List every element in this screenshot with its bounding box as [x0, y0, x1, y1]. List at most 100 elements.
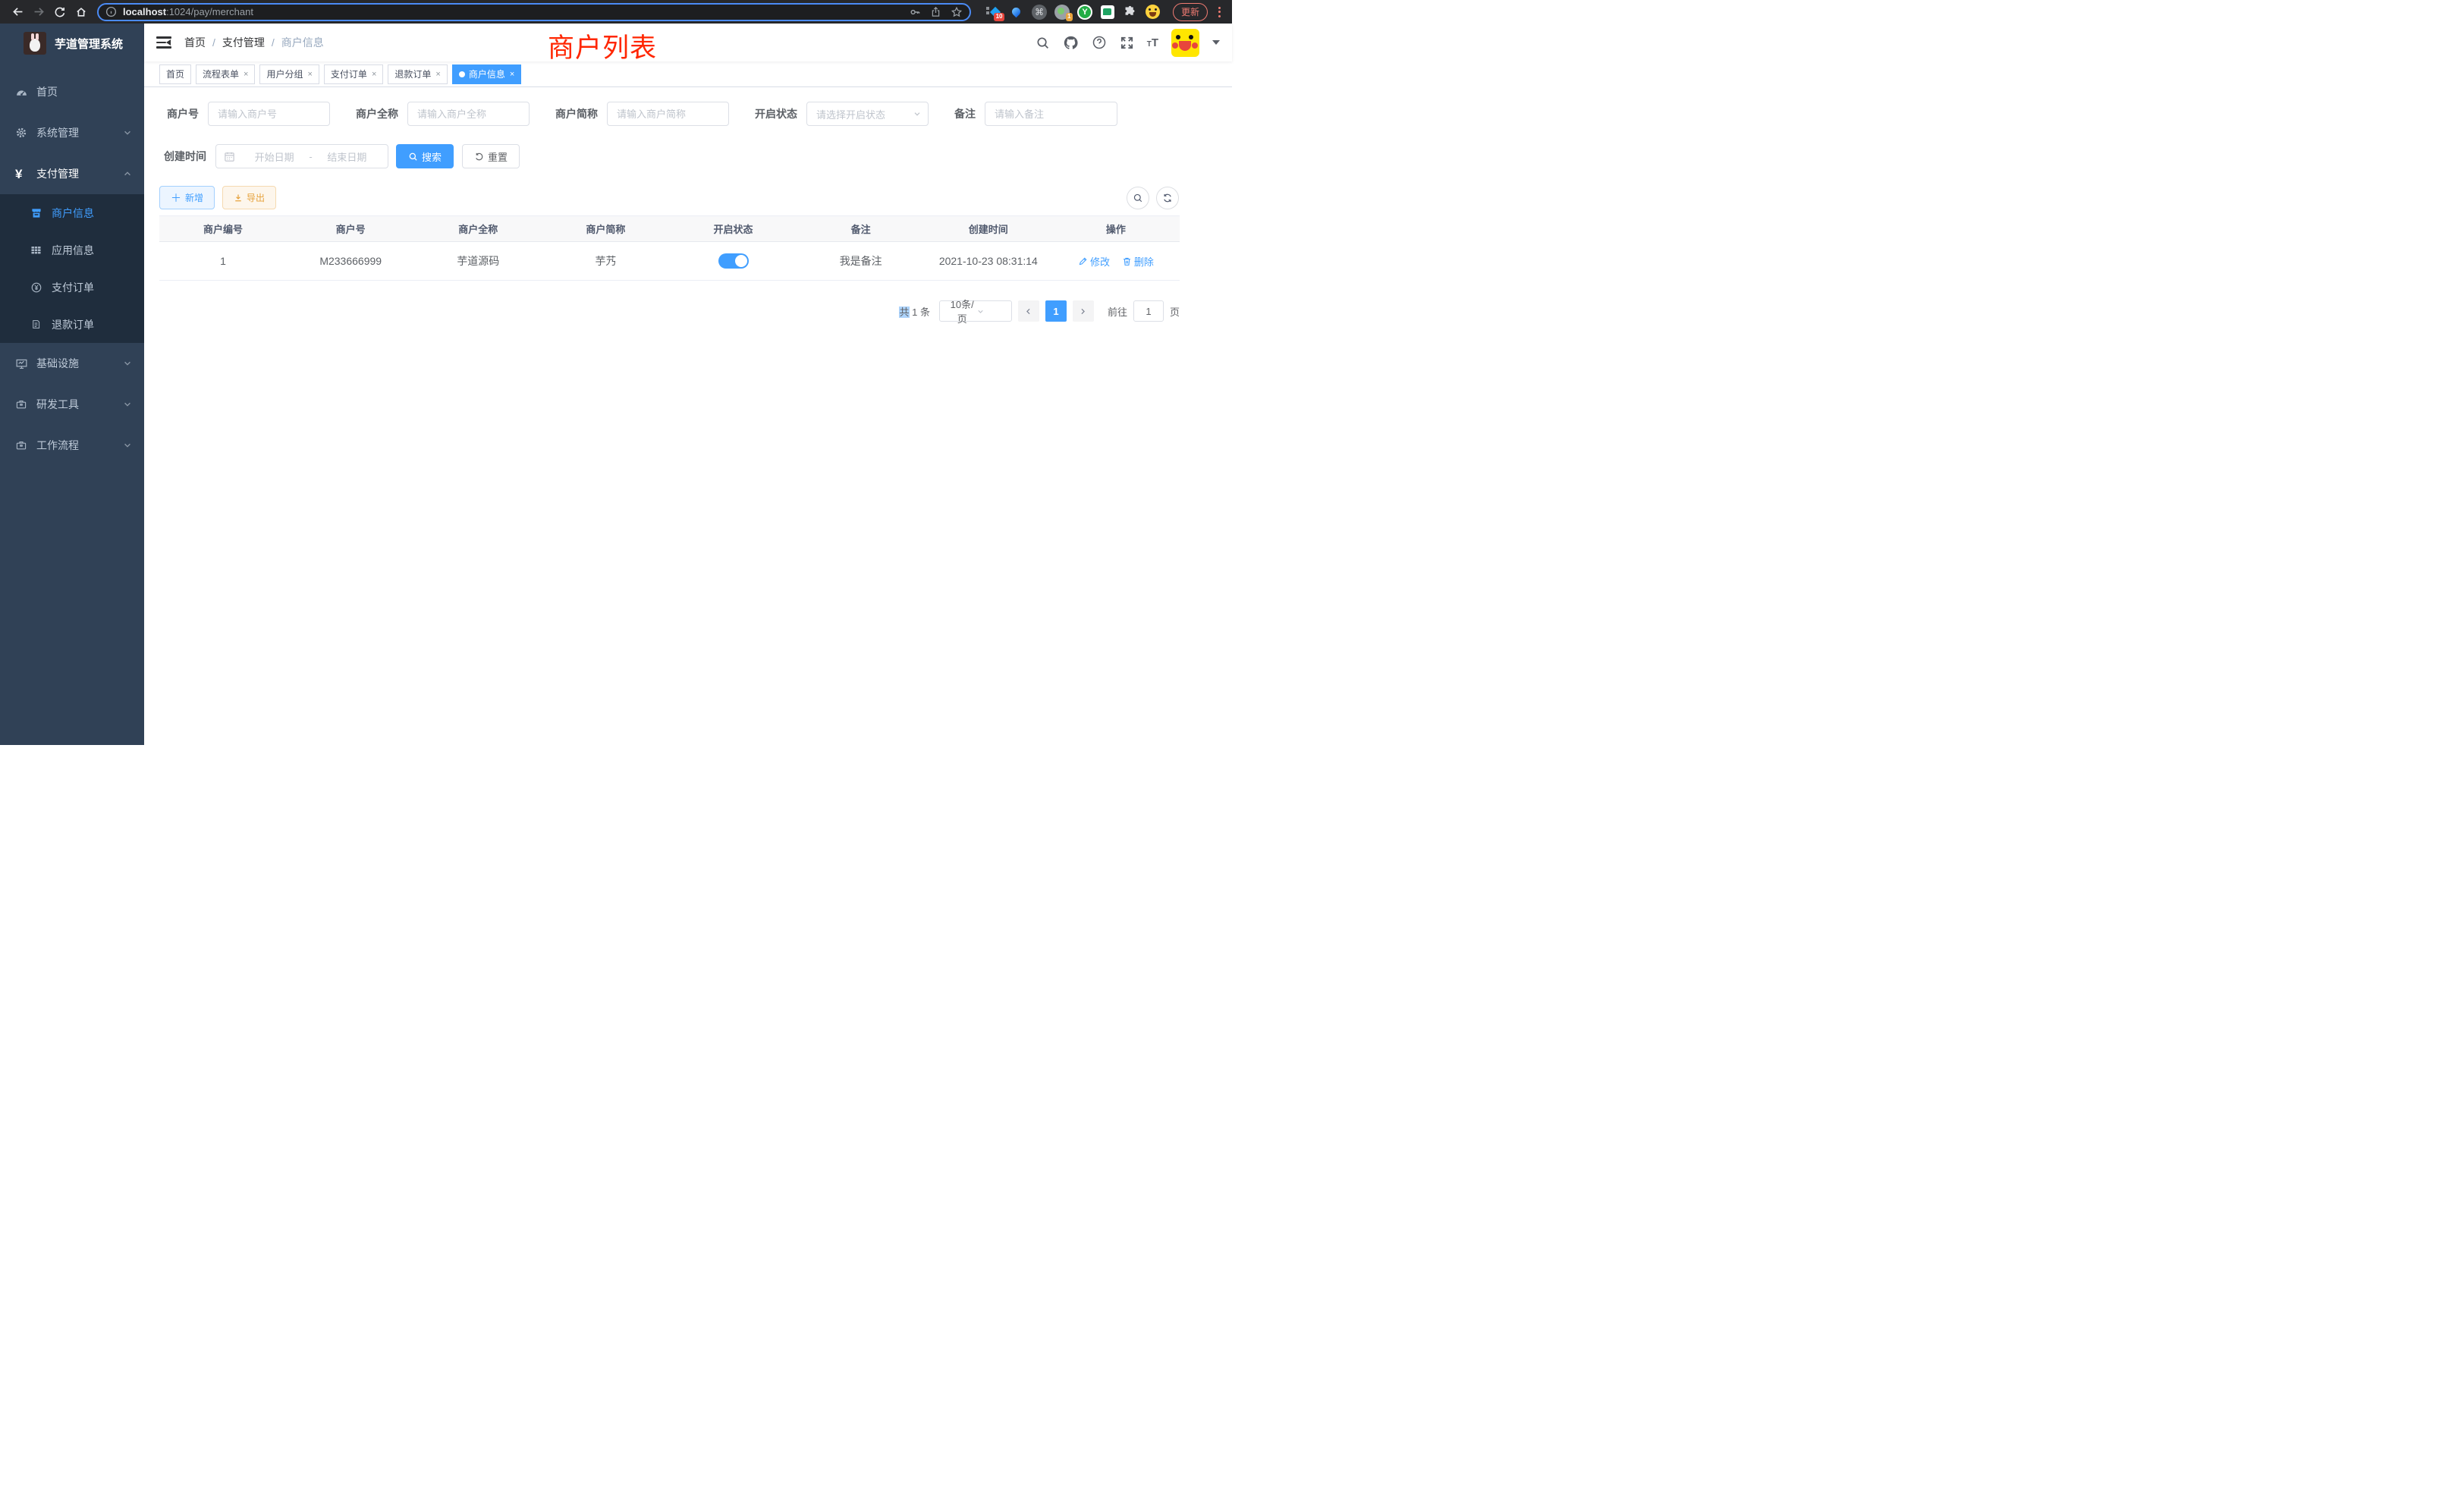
sidebar-item-label: 商户信息: [52, 206, 94, 221]
full-name-input[interactable]: [407, 102, 530, 126]
sidebar-item-payment[interactable]: ¥ 支付管理: [0, 153, 144, 194]
search-icon: [408, 152, 418, 162]
calendar-icon: [224, 151, 235, 162]
avatar-caret-icon[interactable]: [1212, 40, 1220, 49]
sidebar-item-label: 研发工具: [36, 397, 79, 412]
close-icon[interactable]: ×: [244, 70, 248, 79]
sidebar-item-workflow[interactable]: 工作流程: [0, 425, 144, 466]
close-icon[interactable]: ×: [372, 70, 376, 79]
share-icon[interactable]: [930, 6, 941, 17]
page-unit-label: 页: [1170, 304, 1180, 319]
cell-id: 1: [159, 242, 287, 281]
reset-button[interactable]: 重置: [462, 144, 520, 168]
logo-image: [24, 32, 46, 55]
refresh-icon: [474, 152, 484, 162]
sidebar-item-home[interactable]: 首页: [0, 71, 144, 112]
prev-page-button[interactable]: [1018, 300, 1039, 322]
add-button[interactable]: ＋ 新增: [159, 186, 215, 209]
status-toggle[interactable]: [718, 253, 749, 269]
status-select[interactable]: 请选择开启状态: [806, 102, 929, 126]
edit-link[interactable]: 修改: [1078, 254, 1110, 269]
col-header-actions: 操作: [1052, 216, 1180, 242]
goto-page-input[interactable]: [1133, 300, 1164, 322]
browser-reload-button[interactable]: [50, 2, 70, 22]
close-icon[interactable]: ×: [510, 70, 514, 79]
document-icon: [30, 319, 42, 330]
sidebar-item-label: 系统管理: [36, 125, 79, 140]
chevron-down-icon: [123, 441, 132, 450]
sidebar-collapse-icon[interactable]: [156, 36, 171, 49]
sidebar-item-app-info[interactable]: 应用信息: [0, 231, 144, 269]
breadcrumb-home[interactable]: 首页: [184, 35, 206, 50]
browser-home-button[interactable]: [71, 2, 91, 22]
browser-forward-button[interactable]: [29, 2, 49, 22]
extension-notes-icon[interactable]: [1098, 2, 1117, 22]
date-range-picker[interactable]: 开始日期 - 结束日期: [215, 144, 388, 168]
chevron-left-icon: [1024, 307, 1032, 316]
search-icon[interactable]: [1036, 36, 1050, 50]
close-icon[interactable]: ×: [307, 70, 312, 79]
refresh-icon: [1162, 193, 1173, 203]
font-size-icon[interactable]: TT: [1147, 36, 1158, 49]
sidebar-item-merchant-info[interactable]: 商户信息: [0, 194, 144, 231]
tag-process-form[interactable]: 流程表单×: [196, 64, 255, 84]
extension-session-icon[interactable]: 1: [1053, 2, 1071, 22]
browser-update-button[interactable]: 更新: [1173, 3, 1208, 21]
total-count: 共 1 条: [899, 304, 929, 319]
user-avatar[interactable]: [1171, 29, 1199, 57]
browser-back-button[interactable]: [8, 2, 27, 22]
page-1-button[interactable]: 1: [1045, 300, 1067, 322]
short-name-input[interactable]: [607, 102, 729, 126]
pencil-icon: [1078, 256, 1088, 266]
sidebar: 芋道管理系统 首页 系统管理 ¥ 支付管理: [0, 24, 144, 745]
delete-link[interactable]: 删除: [1122, 254, 1154, 269]
address-bar[interactable]: localhost:1024/pay/merchant: [97, 3, 971, 21]
search-button[interactable]: 搜索: [396, 144, 454, 168]
remark-input[interactable]: [985, 102, 1117, 126]
sidebar-item-dev-tools[interactable]: 研发工具: [0, 384, 144, 425]
refresh-table-button[interactable]: [1156, 187, 1179, 209]
search-icon: [1133, 193, 1143, 203]
site-info-icon[interactable]: [105, 6, 117, 17]
page-size-select[interactable]: 10条/页: [939, 300, 1012, 322]
tag-merchant-info[interactable]: 商户信息×: [452, 64, 521, 84]
yen-circle-icon: [30, 281, 42, 294]
bookmark-star-icon[interactable]: [951, 6, 963, 18]
help-icon[interactable]: [1092, 35, 1107, 50]
show-search-toggle-button[interactable]: [1127, 187, 1149, 209]
extension-pin-icon[interactable]: [1007, 2, 1026, 22]
breadcrumb-section[interactable]: 支付管理: [222, 35, 265, 50]
tag-pay-order[interactable]: 支付订单×: [324, 64, 383, 84]
password-key-icon[interactable]: [909, 6, 921, 18]
extension-tabs-icon[interactable]: 10: [985, 2, 1003, 22]
browser-profile-avatar[interactable]: [1144, 2, 1162, 22]
extension-command-icon[interactable]: ⌘: [1030, 2, 1048, 22]
extensions-puzzle-icon[interactable]: [1121, 2, 1139, 22]
github-icon[interactable]: [1063, 35, 1079, 51]
export-button[interactable]: 导出: [222, 186, 276, 209]
trash-icon: [1122, 256, 1132, 266]
start-date-placeholder: 开始日期: [241, 149, 307, 164]
mch-no-input[interactable]: [208, 102, 330, 126]
extension-y-icon[interactable]: Y: [1076, 2, 1094, 22]
fullscreen-icon[interactable]: [1120, 36, 1134, 50]
sidebar-item-pay-order[interactable]: 支付订单: [0, 269, 144, 306]
url-path: :1024/pay/merchant: [166, 6, 253, 17]
navbar: 首页 / 支付管理 / 商户信息 TT: [144, 24, 1232, 61]
tag-refund-order[interactable]: 退款订单×: [388, 64, 447, 84]
sidebar-item-system[interactable]: 系统管理: [0, 112, 144, 153]
sidebar-item-infrastructure[interactable]: 基础设施: [0, 343, 144, 384]
cell-short-name: 芋艿: [542, 242, 669, 281]
tag-home[interactable]: 首页: [159, 64, 191, 84]
sidebar-item-refund-order[interactable]: 退款订单: [0, 306, 144, 343]
chevron-down-icon: [976, 307, 1006, 316]
col-header-create-time: 创建时间: [925, 216, 1052, 242]
next-page-button[interactable]: [1073, 300, 1094, 322]
close-icon[interactable]: ×: [435, 70, 440, 79]
tag-user-group[interactable]: 用户分组×: [259, 64, 319, 84]
payment-submenu: 商户信息 应用信息 支付订单: [0, 194, 144, 343]
browser-menu-icon[interactable]: [1214, 5, 1224, 19]
cell-mch-no: M233666999: [287, 242, 414, 281]
cell-create-time: 2021-10-23 08:31:14: [925, 242, 1052, 281]
app-logo[interactable]: 芋道管理系统: [0, 24, 144, 62]
